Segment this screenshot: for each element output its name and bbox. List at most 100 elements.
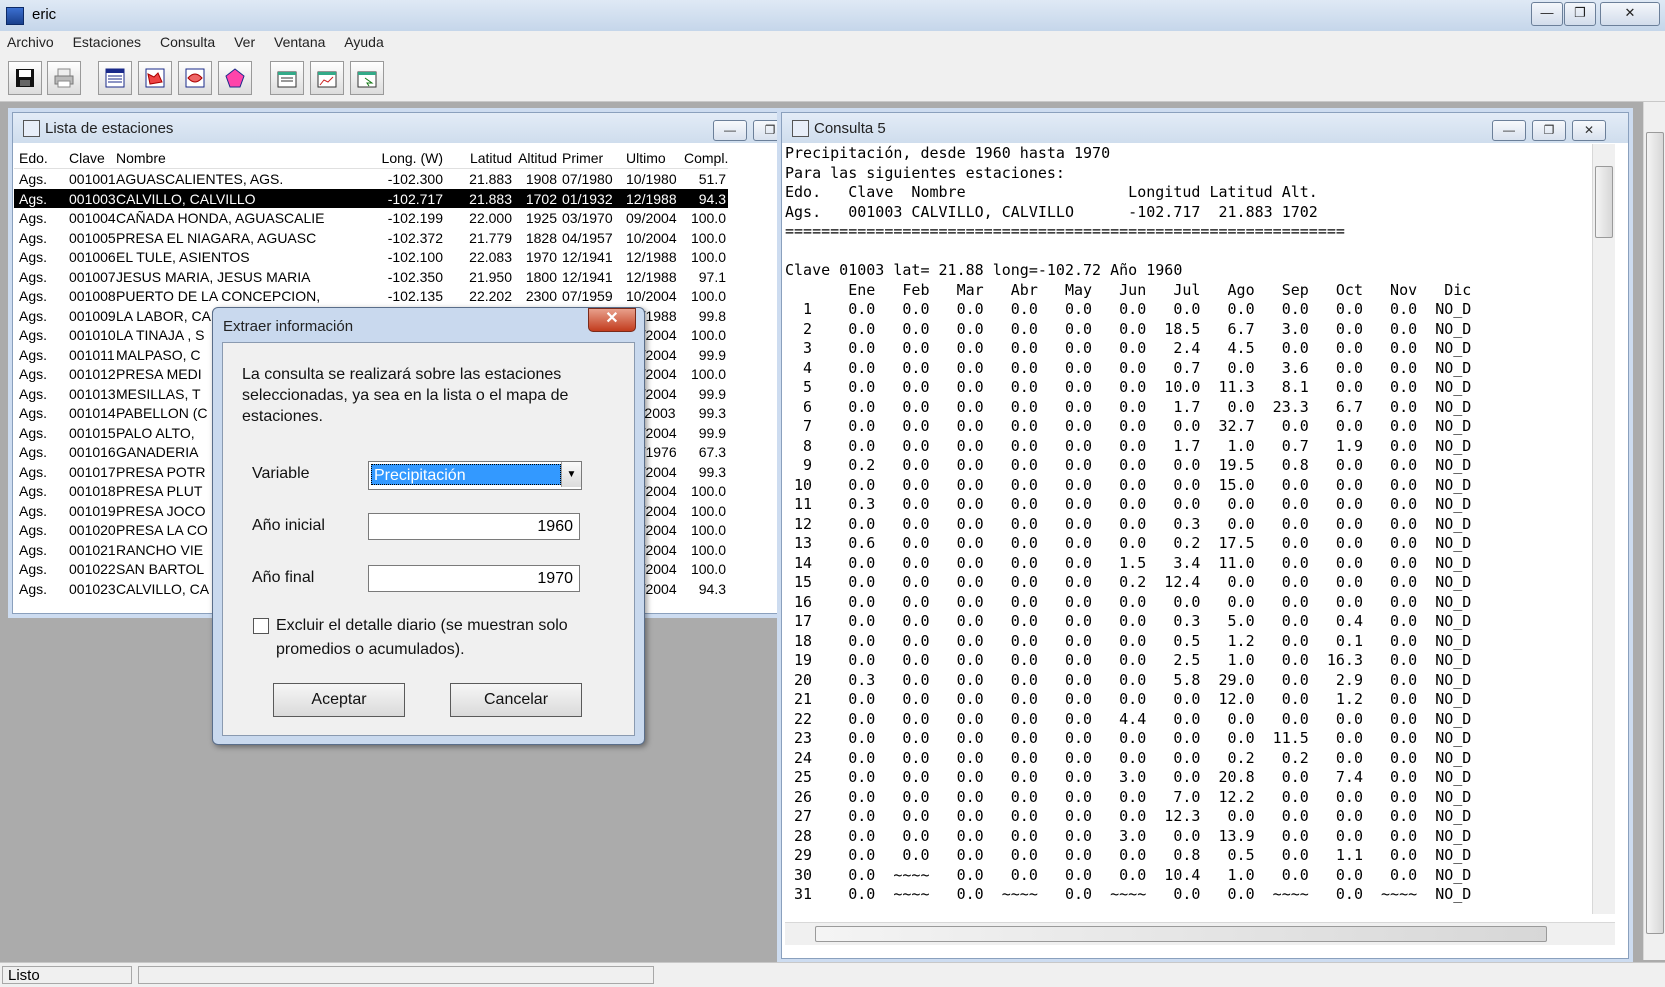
station-list-button[interactable] [98, 61, 132, 95]
variable-selected-value: Precipitación [371, 464, 561, 485]
cell-latitud: 22.000 [469, 210, 512, 226]
cell-clave: 001022 [69, 561, 116, 577]
col-primer[interactable]: Primer [562, 150, 603, 166]
consulta-maximize-button[interactable]: ❐ [1532, 120, 1566, 141]
cancel-button[interactable]: Cancelar [450, 683, 582, 717]
menu-estaciones[interactable]: Estaciones [66, 31, 149, 50]
app-title-bar: eric — ❐ ✕ [0, 0, 1665, 32]
cell-altitud: 1828 [525, 229, 557, 246]
table-row[interactable]: Ags. 001004 CAÑADA HONDA, AGUASCALIE -102.1… [14, 208, 728, 228]
col-ultimo[interactable]: Ultimo [626, 150, 666, 166]
menu-ayuda[interactable]: Ayuda [337, 31, 391, 50]
table-row[interactable]: Ags. 001003 CALVILLO, CALVILLO -102.717 21.8… [14, 188, 728, 208]
station-list-maximize-button[interactable]: ❐ [753, 120, 781, 141]
cell-primer: 12/1941 [562, 249, 613, 265]
chevron-down-icon[interactable]: ▼ [561, 462, 581, 487]
dialog-body: La consulta se realizará sobre las estac… [222, 342, 635, 736]
table-row[interactable]: Ags. 001007 JESUS MARIA, JESUS MARIA -102.3… [14, 267, 728, 287]
station-list-minimize-button[interactable]: — [713, 120, 747, 141]
save-button[interactable] [8, 61, 42, 95]
cell-edo: Ags. [19, 366, 48, 382]
cell-nombre: CALVILLO, CA [116, 580, 210, 597]
col-nombre[interactable]: Nombre [116, 150, 166, 166]
mdi-vscroll-thumb[interactable] [1646, 132, 1664, 934]
cell-clave: 001014 [69, 405, 116, 421]
station-list-window-icon [23, 120, 40, 137]
menu-ver[interactable]: Ver [227, 31, 263, 50]
maximize-button[interactable]: ❐ [1564, 2, 1596, 26]
cell-clave: 001010 [69, 327, 116, 343]
anio-final-input[interactable]: 1970 [368, 565, 580, 592]
variable-select[interactable]: Precipitación ▼ [368, 461, 582, 490]
map-grid-button[interactable] [178, 61, 212, 95]
station-map-button[interactable] [138, 61, 172, 95]
cell-clave: 001013 [69, 385, 116, 402]
query-export-button[interactable] [350, 61, 384, 95]
accept-button[interactable]: Aceptar [273, 683, 405, 717]
cell-edo: Ags. [19, 541, 48, 558]
cell-nombre: MALPASO, C [116, 346, 201, 363]
table-row[interactable]: Ags. 001006 EL TULE, ASIENTOS -102.100 22.08… [14, 247, 728, 267]
consulta-hscroll-thumb[interactable] [815, 926, 1547, 942]
consulta-header: Precipitación, desde 1960 hasta 1970 Par… [785, 144, 1345, 279]
cell-clave: 001015 [69, 424, 116, 441]
toolbar [0, 55, 1665, 102]
excluir-detalle-checkbox[interactable] [253, 618, 269, 634]
cell-edo: Ags. [19, 307, 48, 324]
minimize-button[interactable]: — [1531, 2, 1563, 26]
consulta-vscroll[interactable] [1592, 144, 1615, 914]
cell-nombre: SAN BARTOL [116, 561, 205, 577]
cell-altitud: 1970 [525, 249, 557, 265]
menu-ventana[interactable]: Ventana [267, 31, 333, 50]
col-latitud[interactable]: Latitud [452, 150, 512, 166]
cell-primer: 04/1957 [562, 229, 613, 246]
col-compl[interactable]: Compl. [684, 150, 728, 166]
cell-edo: Ags. [19, 327, 48, 343]
cell-edo: Ags. [19, 171, 48, 187]
col-altitud[interactable]: Altitud [517, 150, 557, 166]
excluir-detalle-label[interactable]: Excluir el detalle diario (se muestran s… [276, 614, 606, 662]
cell-edo: Ags. [19, 210, 48, 226]
query-table-icon [277, 71, 297, 88]
cell-ultimo: 12/1988 [626, 190, 677, 207]
table-row[interactable]: Ags. 001005 PRESA EL NIAGARA, AGUASC -102.3… [14, 228, 728, 248]
col-clave[interactable]: Clave [69, 150, 105, 166]
cell-altitud: 1908 [525, 171, 557, 187]
polygon-map-button[interactable] [218, 61, 252, 95]
query-chart-button[interactable] [310, 61, 344, 95]
consulta-minimize-button[interactable]: — [1492, 120, 1526, 141]
cell-compl: 99.8 [698, 307, 726, 324]
query-table-button[interactable] [270, 61, 304, 95]
mdi-vscroll[interactable] [1643, 102, 1665, 960]
cell-ultimo: 12/1988 [626, 249, 677, 265]
cell-edo: Ags. [19, 249, 48, 265]
cell-long: -102.199 [387, 210, 443, 226]
station-map-icon [145, 68, 165, 88]
consulta-output[interactable]: Precipitación, desde 1960 hasta 1970 Par… [785, 144, 1590, 911]
cell-latitud: 22.202 [469, 288, 512, 304]
consulta-titlebar: Consulta 5 — ❐ ✕ [782, 113, 1628, 143]
table-row[interactable]: Ags. 001008 PUERTO DE LA CONCEPCION, -102.1… [14, 286, 728, 306]
menu-archivo[interactable]: Archivo [0, 31, 62, 50]
close-button[interactable]: ✕ [1600, 2, 1660, 26]
col-edo[interactable]: Edo. [19, 150, 48, 166]
cell-edo: Ags. [19, 463, 48, 480]
dialog-close-button[interactable]: ✕ [588, 308, 636, 332]
cell-edo: Ags. [19, 522, 48, 538]
consulta-vscroll-thumb[interactable] [1595, 166, 1613, 238]
print-button[interactable] [47, 61, 81, 95]
cell-clave: 001001 [69, 171, 116, 187]
cell-compl: 100.0 [690, 541, 726, 558]
consulta-close-button[interactable]: ✕ [1572, 120, 1606, 141]
app-title: eric [32, 6, 57, 23]
consulta-hscroll[interactable] [785, 922, 1615, 945]
cell-compl: 51.7 [698, 171, 726, 187]
extract-dialog: Extraer información ✕ La consulta se rea… [212, 307, 645, 745]
menu-consulta[interactable]: Consulta [153, 31, 223, 50]
col-long[interactable]: Long. (W) [376, 150, 443, 166]
cell-ultimo: 10/2004 [626, 229, 677, 246]
table-row[interactable]: Ags. 001001 AGUASCALIENTES, AGS. -102.300 21… [14, 169, 728, 189]
anio-inicial-input[interactable]: 1960 [368, 513, 580, 540]
map-grid-icon [185, 68, 205, 88]
print-icon [54, 68, 74, 88]
